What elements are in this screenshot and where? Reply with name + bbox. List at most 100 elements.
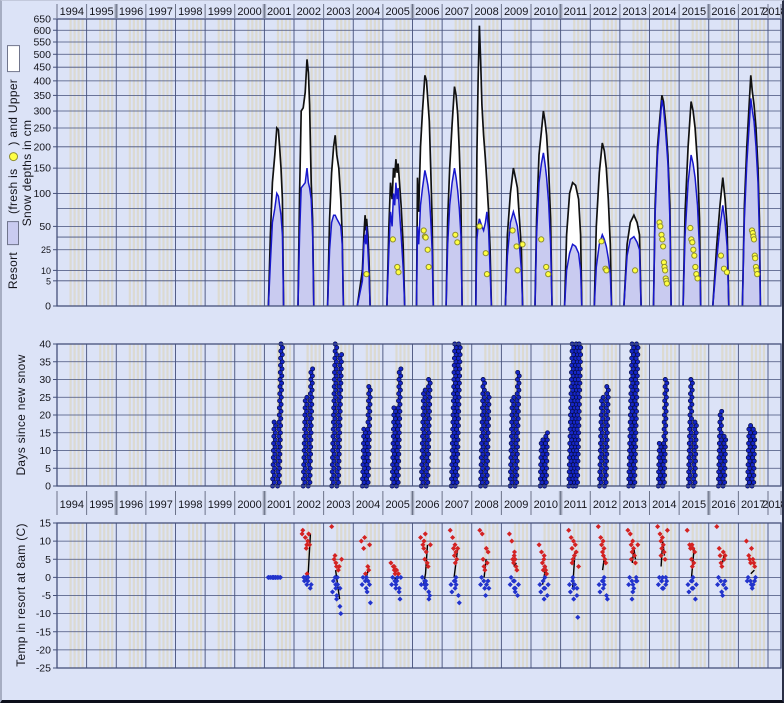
year-label: 2003 [326,6,350,18]
year-label: 1997 [148,499,172,511]
svg-text:400: 400 [33,75,51,87]
year-label: 1998 [178,499,202,511]
year-header-middle: 1994 1995 1996 1997 1998 1999 2000 2001 2002 2003… [57,491,784,515]
year-label: 1997 [148,6,172,18]
year-label: 1994 [60,6,84,18]
year-label: 2014 [652,6,676,18]
svg-text:-25: -25 [36,663,51,675]
svg-text:5: 5 [45,463,51,475]
year-label: 2010 [534,499,558,511]
svg-text:100: 100 [33,188,51,200]
resort-depth-swatch [7,221,19,245]
svg-text:5: 5 [45,554,51,566]
year-label: 2009 [504,6,528,18]
svg-text:-15: -15 [36,626,51,638]
svg-text:25: 25 [41,245,51,255]
temp-y-axis: 15 10 5 0 -5 -10 -15 -20 -25 [36,518,57,675]
panel-borders [57,19,781,668]
year-label: 2018 [762,6,784,18]
svg-text:10: 10 [39,445,51,457]
year-label: 1998 [178,6,202,18]
year-label: 2001 [267,499,291,511]
svg-text:30: 30 [39,374,51,386]
snow-history-chart: 1994199519961997199819992000200120022003… [0,0,784,703]
svg-text:10: 10 [41,266,51,276]
year-label: 2006 [415,6,439,18]
resort-label: Resort [6,252,20,289]
svg-text:40: 40 [39,339,51,351]
svg-text:-10: -10 [36,608,51,620]
year-label: 2013 [622,6,646,18]
svg-text:450: 450 [33,62,51,74]
svg-text:200: 200 [33,141,51,153]
year-label: 1995 [89,499,113,511]
svg-text:650: 650 [33,14,51,26]
year-label: 2001 [267,6,291,18]
svg-text:0: 0 [45,481,51,493]
year-label: 2000 [237,499,261,511]
year-label: 2002 [297,499,321,511]
year-label: 2012 [593,6,617,18]
year-label: 1996 [119,6,143,18]
svg-text:-20: -20 [36,644,51,656]
year-label: 2003 [326,499,350,511]
year-label: 2013 [622,499,646,511]
year-label: 2007 [445,6,469,18]
year-label: 2008 [474,6,498,18]
svg-text:150: 150 [33,163,51,175]
year-label: 2014 [652,499,676,511]
year-label: 2010 [534,6,558,18]
year-label: 2007 [445,499,469,511]
svg-text:15: 15 [39,518,51,530]
year-header-top: 1994 1995 1996 1997 1998 1999 2000 2001 2002 2003… [57,4,784,18]
year-label: 2006 [415,499,439,511]
year-label: 2008 [474,499,498,511]
year-label: 2018 [762,499,784,511]
svg-text:0: 0 [45,301,51,313]
svg-text:35: 35 [39,356,51,368]
year-label: 2016 [711,6,735,18]
year-label: 2012 [593,499,617,511]
svg-text:5: 5 [46,276,51,286]
upper-label: ) and Upper [6,79,20,146]
year-label: 2009 [504,499,528,511]
year-label: 2011 [564,499,588,511]
year-label: 2015 [682,6,706,18]
temp-panel [266,524,758,620]
svg-text:300: 300 [33,106,51,118]
year-label: 1996 [119,499,143,511]
year-label: 2016 [711,499,735,511]
year-label: 1999 [208,6,232,18]
chart-canvas: 1994199519961997199819992000200120022003… [2,1,784,703]
year-label: 2002 [297,6,321,18]
year-label: 2000 [237,6,261,18]
year-label: 2004 [356,6,380,18]
snow-axis-label-line1: Resort (fresh is ) and Upper [6,45,20,289]
fresh-snow-dot-icon [9,153,18,162]
svg-text:350: 350 [33,90,51,102]
year-label: 2005 [385,499,409,511]
snow-y-axis: 6506005505004504003503002502001501005025… [33,14,57,313]
year-label: 1995 [89,6,113,18]
svg-text:500: 500 [33,49,51,61]
snow-axis-label-line2: Snow depths in cm [20,120,34,227]
svg-text:600: 600 [33,25,51,37]
year-label: 2005 [385,6,409,18]
days-axis-label: Days since new snow [14,354,28,475]
svg-text:10: 10 [39,536,51,548]
svg-text:250: 250 [33,123,51,135]
svg-text:550: 550 [33,36,51,48]
year-label: 2004 [356,499,380,511]
svg-text:25: 25 [39,392,51,404]
year-label: 2015 [682,499,706,511]
year-label: 1999 [208,499,232,511]
days-y-axis: 4035302520151050 [39,339,57,493]
svg-text:0: 0 [45,572,51,584]
year-label: 2011 [564,6,588,18]
svg-text:20: 20 [39,410,51,422]
svg-text:50: 50 [39,221,51,233]
temp-axis-label: Temp in resort at 8am (C) [14,523,28,667]
svg-text:-5: -5 [42,590,51,602]
year-label: 1994 [60,499,84,511]
upper-depth-swatch [7,45,20,72]
